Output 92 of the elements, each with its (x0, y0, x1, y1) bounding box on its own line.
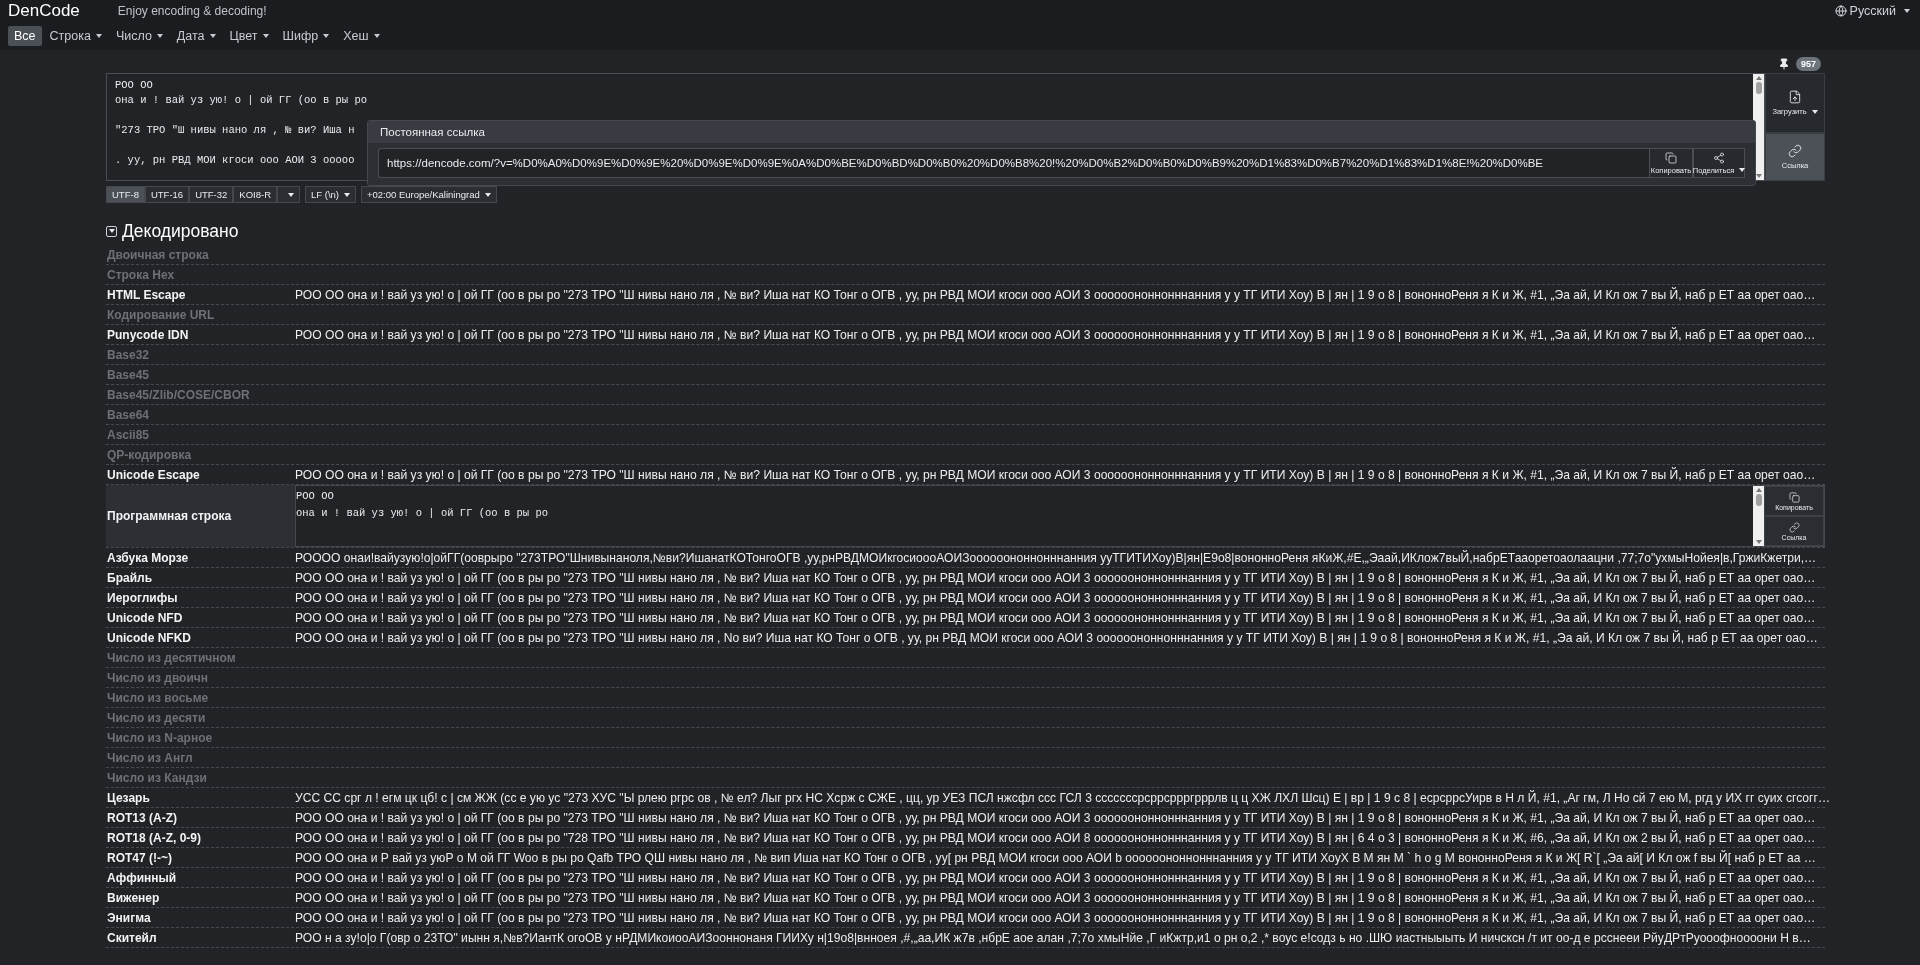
nav-tab[interactable]: Шифр (276, 26, 336, 46)
popover-title: Постоянная ссылка (368, 121, 1755, 143)
encoding-button[interactable]: UTF-32 (189, 186, 234, 203)
decoded-value: РОО ОО она и ! вай уз ую! о | ой ГГ (оо в ры ро "273 ТРО "Ш нивы нано ля , № ви? Иша нат КО Тонг о ОГВ , уу, рн РВД МОИ кгоси ооо АОИ 3 оооооононнонннанния у у ТГ ИТИ Хоу) В | ян | 1 9 о 8 | вононноРеня я К и Ж, #1, „Эа ай, И Кл ож 7 вы Й, наб р ЕТ аа орет оао… (295, 869, 1816, 887)
row-label: Число из десятичном (106, 649, 237, 667)
caret-icon (373, 34, 380, 38)
caret-icon (1904, 9, 1910, 13)
tagline: Enjoy encoding & decoding! (117, 4, 267, 18)
collapse-toggle[interactable] (106, 225, 117, 237)
row-label: Энигма (106, 909, 152, 927)
caret-icon (95, 34, 102, 38)
row-label: Число из Англ (106, 749, 194, 767)
decoded-value: РОО ОО она и ! вай уз ую! о | ой ГГ (оо в ры ро "273 ТРО "Ш нивы нано ля , № ви? Иша нат КО Тонг о ОГВ , уу, рн РВД МОИ кгоси ооо АОИ 3 оооооононнонннанния у у ТГ ИТИ Хоу) В | ян | 1 9 о 8 | вононноРеня я К и Ж, #1, „Эа ай, И Кл ож 7 вы Й, наб р ЕТ аа орет оао… (295, 609, 1816, 627)
nav-tab[interactable]: Все (8, 26, 42, 46)
row-label: Строка Hex (106, 266, 176, 284)
decoded-value: РОО ОО она и Р вай уз уюР о М ой ГГ Woo в ры ро Qafb ТРО QШ нивы нано ля , № вип Иша нат КО Тонг о ОГВ , уу[ рн РВД МОИ кгоси ооо АОИ b оооооононнонннанния у у ТГ ИТИ ХоуХ В М ян М ` h o g M вононноРеня я К и Ж[ R`[ „Эа ай[ И Кл ож f вы Й[ наб р ЕТ аа … (295, 849, 1816, 867)
row-label: Unicode NFKD (106, 629, 192, 647)
line-break-dropdown[interactable]: LF (\n) (305, 186, 356, 203)
copy-icon (1665, 151, 1677, 164)
decoded-value: РОО ОО она и ! вай уз ую! о | ой ГГ (оо в ры ро "273 ТРО "Ш нивы нано ля , № ви? Иша нат КО Тонг о ОГВ , уу, рн РВД МОИ кгоси ооо АОИ 3 оооооононнонннанния у у ТГ ИТИ Хоу) В | ян | 1 9 о 8 | вононноРеня я К и Ж, #1, „Эа ай, И Кл ож 7 вы Й, наб р ЕТ аа орет оао… (295, 909, 1816, 927)
link-icon (1788, 144, 1802, 158)
row-label: Аффинный (106, 869, 178, 887)
row-label: Виженер (106, 889, 161, 907)
timezone-dropdown[interactable]: +02:00 Europe/Kaliningrad (361, 186, 497, 203)
row-label: Число из Кандзи (106, 769, 208, 787)
nav-tab[interactable]: Строка (43, 26, 108, 46)
row-label: Иероглифы (106, 589, 179, 607)
decoded-value: РОО ОО она и ! вай уз ую! о | ой ГГ (оо в ры ро "273 ТРО "Ш нивы нано ля , No ви? Иша нат КО Тонг о ОГВ , уу, рн РВД МОИ кгоси ооо АОИ 3 оооооононнонннанния у у ТГ ИТИ Хоу) В | ян | 1 9 о 8 | вононноРеня я К и Ж, #1, „Эа ай, И Кл ож 7 вы Й, наб р ЕТ аа орет оао… (295, 629, 1818, 647)
caret-icon (484, 192, 491, 197)
decoded-value: РОООО онаи!вайузую!о|ойГГ(ооврыро "273ТРО"Шнивынаноля,№ви?ИшанатКОТонгоОГВ ,уу,рнРВДМОИкгосиоооАОИЗоооооононнонннанния ууТГИТИХоу)В|ян|E9о8|вононноРеня яКиЖ,#E,„Эаай,ИКлож7выЙ,набрЕТааоретоаолаацни ,77;7о"ухмыНойея|в,ГржиКжетри,… (295, 549, 1817, 567)
caret-icon (1739, 168, 1746, 172)
row-label: Base45/Zlib/COSE/CBOR (106, 386, 251, 404)
row-label: Азбука Морзе (106, 549, 190, 567)
row-label: Base64 (106, 406, 151, 424)
row-label: Число из десяти (106, 709, 207, 727)
brand-logo[interactable]: DenCode (8, 1, 80, 21)
decoded-value: РОО ОО она и ! вай уз ую! о | ой ГГ (оо в ры ро "273 ТРО "Ш нивы нано ля , № ви? Иша нат КО Тонг о ОГВ , уу, рн РВД МОИ кгоси ооо АОИ 3 оооооононнонннанния у у ТГ ИТИ Хоу) В | ян | 1 9 о 8 | вононноРеня я К и Ж, #1, „Эа ай, И Кл ож 7 вы Й, наб р ЕТ аа орет оао… (295, 889, 1816, 907)
row-label: ROT13 (A-Z) (106, 809, 178, 827)
row-label: QP-кодировка (106, 446, 193, 464)
row-label: HTML Escape (106, 286, 187, 304)
row-label: Число из восьме (106, 689, 210, 707)
row-label: Программная строка (106, 485, 295, 547)
decoded-value: РОО ОО она и ! вай уз ую! о | ой ГГ (оо в ры ро "273 ТРО "Ш нивы нано ля , № ви? Иша нат КО Тонг о ОГВ , уу, рн РВД МОИ кгоси ооо АОИ 3 оооооононнонннанния у у ТГ ИТИ Хоу) В | ян | 1 9 о 8 | вононноРеня я К и Ж, #1, „Эа ай, И Кл ож 7 вы Й, наб р ЕТ аа орет оао… (295, 589, 1816, 607)
caret-icon (323, 34, 330, 38)
encoding-button[interactable]: UTF-16 (144, 186, 190, 203)
caret-icon (156, 34, 163, 38)
row-label: Base32 (106, 346, 151, 364)
decoded-value: РОО ОО она и ! вай уз ую! о | ой ГГ (оо в ры ро "273 ТРО "Ш нивы нано ля , № ви? Иша нат КО Тонг о ОГВ , уу, рн РВД МОИ кгоси ооо АОИ 3 оооооононнонннанния у у ТГ ИТИ Хоу) В | ян | 1 9 о 8 | вононноРеня я К и Ж, #1, „Эа ай, И Кл ож 7 вы Й, наб р ЕТ аа орет оао… (295, 326, 1816, 344)
encoding-button[interactable]: UTF-8 (106, 186, 145, 203)
decoded-value: РОО н а зу!о|о Г(овр о 23ТО" иынн я,№в?ИантК огоОВ у нРДМИкоиооАИЗооннонаня ГИИХу н|19о8|внноея ,#,„аа,ИК ж7в ,нбрЕ аое алан ,7;7о хмыНйе ,Г иКжтр,и1 о рн о,2 ,* воус е!содз ь но .ШЮ иастныыыть И ничсксн /т ит оо-д е рсснееи РйуДРтРуооофноооони Н в… (295, 929, 1811, 947)
row-label: ROT47 (!-~) (106, 849, 173, 867)
nav-tab[interactable]: Дата (170, 26, 222, 46)
globe-icon (1834, 5, 1847, 17)
row-label: Ascii85 (106, 426, 151, 444)
row-label: Unicode Escape (106, 466, 201, 484)
decoded-value: РОО ОО она и ! вай уз ую! о | ой ГГ (оо в ры ро "728 ТРО "Ш нивы нано ля , № ви? Иша нат КО Тонг о ОГВ , уу, рн РВД МОИ кгоси ооо АОИ 8 оооооононнонннанния у у ТГ ИТИ Хоу) В | ян | 6 4 о 3 | вононноРеня я К и Ж, #6, „Эа ай, И Кл ож 2 вы Й, наб р ЕТ аа орет оао… (295, 829, 1816, 847)
scrollbar[interactable] (1753, 486, 1764, 546)
url-field[interactable]: https://dencode.com/?v=%D0%A0%D0%9E%D0%9E%20%D0%9E%D0%9E%0A%D0%BE%D0%BD%D0%B0%20%D0%B8%20!%20%D0%B2%D0%B0%D0%B9%20%D1%83%D0%B7%20%D1%83%D1%8E!%20%D0%BE (378, 148, 1649, 178)
row-label: ROT18 (A-Z, 0-9) (106, 829, 202, 847)
decoded-value: РОО ОО она и ! вай уз ую! о | ой ГГ (оо в ры ро "273 ТРО "Ш нивы нано ля , № ви? Иша нат КО Тонг о ОГВ , уу, рн РВД МОИ кгоси ооо АОИ 3 оооооононнонннанния у у ТГ ИТИ Хоу) В | ян | 1 9 о 8 | вононноРеня я К и Ж, #1, „Эа ай, И Кл ож 7 вы Й, наб р ЕТ аа орет оао… (295, 286, 1816, 304)
row-label: Unicode NFD (106, 609, 184, 627)
caret-icon (1811, 109, 1818, 114)
row-label: Скитейл (106, 929, 158, 947)
link-icon (1788, 521, 1800, 533)
encoding-menu-button[interactable] (277, 186, 300, 203)
share-icon (1713, 151, 1725, 164)
caret-icon (262, 34, 269, 38)
row-label: Число из N-арное (106, 729, 214, 747)
nav-tab[interactable]: Цвет (223, 26, 275, 46)
row-label: Кодирование URL (106, 306, 216, 324)
encoding-button[interactable]: KOI8-R (233, 186, 277, 203)
caret-icon (288, 192, 294, 197)
row-label: Punycode IDN (106, 326, 190, 344)
caret-icon (344, 192, 350, 197)
row-label: Цезарь (106, 789, 151, 807)
decoded-value: РОО ОО она и ! вай уз ую! о | ой ГГ (оо в ры ро "273 ТРО "Ш нивы нано ля , № ви? Иша нат КО Тонг о ОГВ , уу, рн РВД МОИ кгоси ооо АОИ 3 оооооононнонннанния у у ТГ ИТИ Хоу) В | ян | 1 9 о 8 | вононноРеня я К и Ж, #1, „Эа ай, И Кл ож 7 вы Й, наб р ЕТ аа орет оао… (295, 466, 1816, 484)
decoded-value: РОО ОО она и ! вай уз ую! о | ой ГГ (оо в ры ро "273 ТРО "Ш нивы нано ля , № ви? Иша нат КО Тонг о ОГВ , уу, рн РВД МОИ кгоси ооо АОИ 3 оооооононнонннанния у у ТГ ИТИ Хоу) В | ян | 1 9 о 8 | вононноРеня я К и Ж, #1, „Эа ай, И Кл ож 7 вы Й, наб р ЕТ аа орет оао… (295, 809, 1816, 827)
nav-tab[interactable]: Хеш (337, 26, 386, 46)
copy-icon (1788, 491, 1800, 503)
decoded-value: РОО ОО она и ! вай уз ую! о | ой ГГ (оо в ры ро "273 ТРО "Ш нивы нано ля , № ви? Иша нат КО Тонг о ОГВ , уу, рн РВД МОИ кгоси ооо АОИ 3 оооооононнонннанния у у ТГ ИТИ Хоу) В | ян | 1 9 о 8 | вононноРеня я К и Ж, #1, „Эа ай, И Кл ож 7 вы Й, наб р ЕТ аа орет оао… (295, 569, 1816, 587)
row-label: Base45 (106, 366, 151, 384)
language-menu[interactable]: Русский (1834, 4, 1912, 18)
row-label: Число из двоичн (106, 669, 210, 687)
file-upload-icon (1788, 90, 1802, 104)
caret-icon (209, 34, 216, 38)
nav-tab[interactable]: Число (109, 26, 169, 46)
count-badge: 957 (1795, 57, 1821, 71)
row-label: Брайль (106, 569, 153, 587)
section-title: Декодировано (122, 220, 239, 242)
pin-icon[interactable] (1777, 58, 1790, 70)
decoded-value: УСС СС срг л ! егм цк цб! с | см ЖЖ (сс е ую ус "273 ХУС "Ы рлею ргрс ов , № ел? Лыг ргх НС Хсрж с СЖЕ , цц, ур УЕЗ ПСЛ нжсфл ссс ГСЛ 3 сссссссрсррсррргрррлв ц ц ХЖ ЛХЛ Шсц) Е | вр | 1 9 с 8 | есрсррсУирв в Н л Й, #1, „Аг гм, Л Но сй 7 ею М, ргд у ИХ гг суих сгсогг… (295, 789, 1830, 807)
row-label: Двоичная строка (106, 246, 210, 264)
